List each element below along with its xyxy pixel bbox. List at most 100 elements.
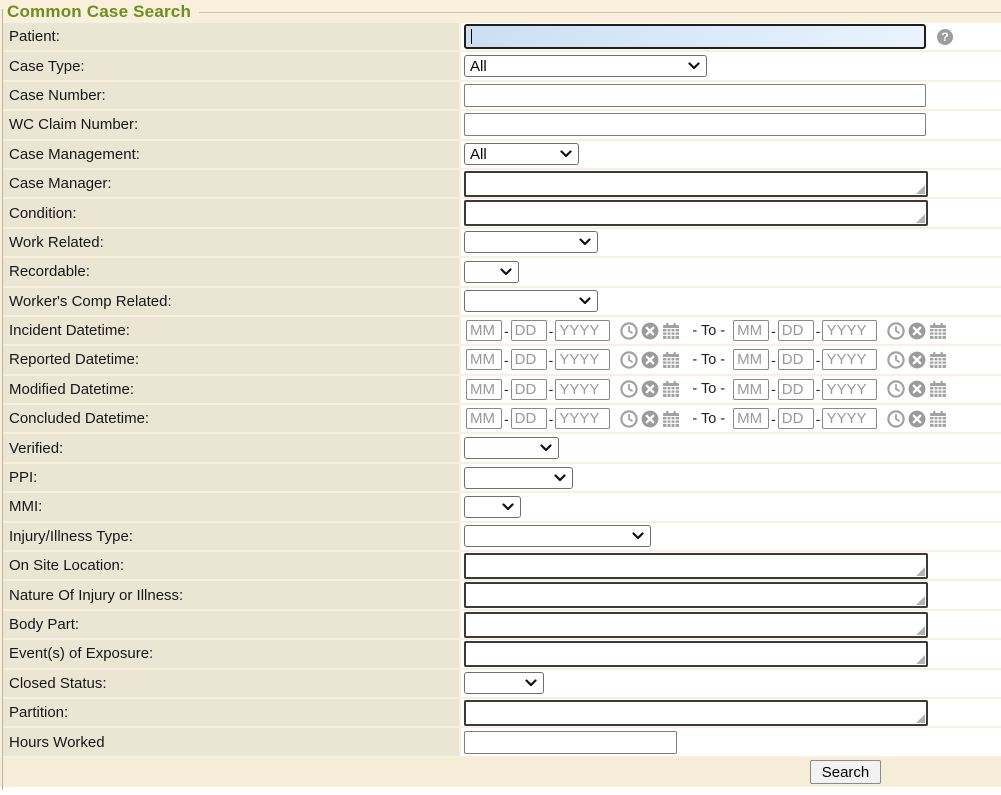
row-incident-datetime: Incident Datetime: - - - To - - - (3, 317, 1001, 344)
clear-icon[interactable] (641, 322, 659, 340)
modified-date-to: - - (733, 379, 950, 400)
date-month-input[interactable] (466, 320, 502, 341)
clear-icon[interactable] (641, 351, 659, 369)
date-year-input[interactable] (822, 320, 877, 341)
body-part-textarea[interactable] (464, 612, 928, 638)
row-partition: Partition: (3, 699, 1001, 726)
case-management-select[interactable]: All (464, 143, 579, 165)
date-month-input[interactable] (466, 349, 502, 370)
wc-claim-number-label: WC Claim Number: (3, 111, 459, 138)
clear-icon[interactable] (908, 410, 926, 428)
date-range-to-label: - To - (692, 381, 725, 397)
clock-icon[interactable] (620, 410, 638, 428)
date-day-input[interactable] (511, 349, 547, 370)
recordable-select[interactable] (464, 261, 519, 283)
case-manager-textarea[interactable] (464, 171, 928, 197)
row-on-site-location: On Site Location: (3, 552, 1001, 579)
date-year-input[interactable] (822, 349, 877, 370)
date-year-input[interactable] (822, 408, 877, 429)
clear-icon[interactable] (908, 322, 926, 340)
row-recordable: Recordable: (3, 258, 1001, 285)
calendar-icon[interactable] (662, 410, 680, 428)
section-header: Common Case Search (0, 0, 1001, 23)
date-year-input[interactable] (555, 379, 610, 400)
resize-handle-icon[interactable] (916, 626, 925, 635)
clock-icon[interactable] (620, 322, 638, 340)
date-month-input[interactable] (466, 379, 502, 400)
date-month-input[interactable] (733, 320, 769, 341)
date-dash: - (771, 381, 776, 397)
resize-handle-icon[interactable] (916, 214, 925, 223)
calendar-icon[interactable] (929, 410, 947, 428)
date-year-input[interactable] (555, 320, 610, 341)
date-day-input[interactable] (511, 379, 547, 400)
date-day-input[interactable] (778, 320, 814, 341)
date-day-input[interactable] (778, 408, 814, 429)
form-footer: Search (0, 758, 1001, 787)
patient-input[interactable] (464, 24, 926, 49)
date-dash: - (504, 323, 509, 339)
date-day-input[interactable] (778, 349, 814, 370)
case-number-input[interactable] (464, 84, 926, 107)
date-day-input[interactable] (778, 379, 814, 400)
calendar-icon[interactable] (929, 351, 947, 369)
clock-icon[interactable] (887, 322, 905, 340)
date-year-input[interactable] (555, 349, 610, 370)
reported-datetime-label: Reported Datetime: (3, 346, 459, 373)
events-of-exposure-label: Event(s) of Exposure: (3, 640, 459, 667)
case-type-select[interactable]: All (464, 55, 707, 77)
closed-status-select[interactable] (464, 672, 544, 694)
mmi-select[interactable] (464, 496, 521, 518)
clear-icon[interactable] (908, 351, 926, 369)
clear-icon[interactable] (908, 380, 926, 398)
date-month-input[interactable] (733, 349, 769, 370)
clock-icon[interactable] (620, 351, 638, 369)
row-hours-worked: Hours Worked (3, 728, 1001, 755)
verified-select[interactable] (464, 437, 559, 459)
date-year-input[interactable] (555, 408, 610, 429)
workers-comp-related-select[interactable] (464, 290, 598, 312)
condition-textarea[interactable] (464, 200, 928, 226)
calendar-icon[interactable] (929, 380, 947, 398)
date-day-input[interactable] (511, 320, 547, 341)
on-site-location-textarea[interactable] (464, 553, 928, 579)
concluded-datetime-label: Concluded Datetime: (3, 405, 459, 432)
row-body-part: Body Part: (3, 611, 1001, 638)
calendar-icon[interactable] (662, 380, 680, 398)
calendar-icon[interactable] (662, 322, 680, 340)
calendar-icon[interactable] (929, 322, 947, 340)
clock-icon[interactable] (887, 380, 905, 398)
date-month-input[interactable] (466, 408, 502, 429)
clock-icon[interactable] (887, 410, 905, 428)
clear-icon[interactable] (641, 410, 659, 428)
date-month-input[interactable] (733, 408, 769, 429)
clock-icon[interactable] (887, 351, 905, 369)
resize-handle-icon[interactable] (916, 596, 925, 605)
date-day-input[interactable] (511, 408, 547, 429)
ppi-select[interactable] (464, 467, 573, 489)
wc-claim-number-input[interactable] (464, 113, 926, 136)
date-month-input[interactable] (733, 379, 769, 400)
case-management-label: Case Management: (3, 141, 459, 168)
incident-date-to: - - (733, 320, 950, 341)
injury-illness-type-select[interactable] (464, 525, 651, 547)
partition-textarea[interactable] (464, 700, 928, 726)
search-button[interactable]: Search (810, 760, 881, 784)
resize-handle-icon[interactable] (916, 655, 925, 664)
row-injury-illness-type: Injury/Illness Type: (3, 523, 1001, 550)
nature-of-injury-textarea[interactable] (464, 582, 928, 608)
date-dash: - (816, 381, 821, 397)
work-related-select[interactable] (464, 231, 598, 253)
date-year-input[interactable] (822, 379, 877, 400)
clear-icon[interactable] (641, 380, 659, 398)
date-dash: - (816, 352, 821, 368)
events-of-exposure-textarea[interactable] (464, 641, 928, 667)
resize-handle-icon[interactable] (916, 714, 925, 723)
resize-handle-icon[interactable] (916, 567, 925, 576)
resize-handle-icon[interactable] (916, 185, 925, 194)
hours-worked-input[interactable] (464, 731, 677, 754)
clock-icon[interactable] (620, 380, 638, 398)
calendar-icon[interactable] (662, 351, 680, 369)
help-icon[interactable]: ? (937, 29, 953, 45)
date-dash: - (771, 352, 776, 368)
